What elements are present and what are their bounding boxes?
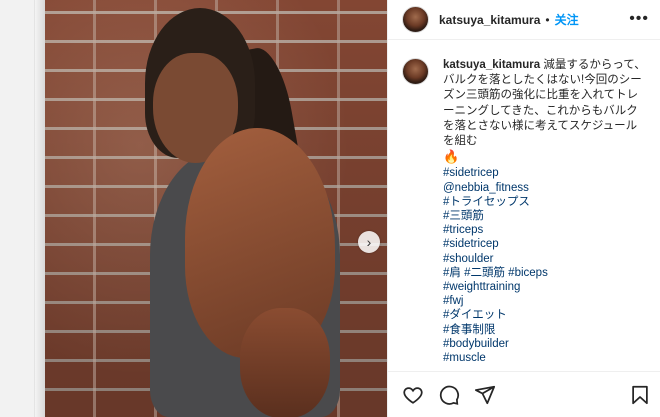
hashtag[interactable]: #肩 #二頭筋 #biceps <box>443 266 647 280</box>
carousel-next-button[interactable]: › <box>358 231 380 253</box>
caption-username[interactable]: katsuya_kitamura <box>443 59 540 71</box>
follow-button[interactable]: 关注 <box>555 11 579 28</box>
comment-icon[interactable] <box>438 384 460 406</box>
caption: katsuya_kitamura 減量するからって、バルクを落としたくはない!今… <box>443 58 647 365</box>
post-header: katsuya_kitamura • 关注 ••• <box>388 0 660 40</box>
caption-area: katsuya_kitamura 減量するからって、バルクを落としたくはない!今… <box>388 40 660 370</box>
hashtag[interactable]: #sidetricep <box>443 237 647 251</box>
page-margin <box>0 0 35 417</box>
hashtag[interactable]: #triceps <box>443 223 647 237</box>
caption-avatar[interactable] <box>402 58 429 85</box>
hashtag[interactable]: #トライセップス <box>443 195 647 209</box>
hashtag[interactable]: #bodybuilder <box>443 337 647 351</box>
fire-icon: 🔥 <box>443 149 460 165</box>
post-username[interactable]: katsuya_kitamura <box>439 13 540 27</box>
post-sidebar: katsuya_kitamura • 关注 ••• katsuya_kitamu… <box>387 0 660 417</box>
bookmark-icon[interactable] <box>629 384 651 406</box>
hashtag[interactable]: #muscle <box>443 351 647 365</box>
separator-dot: • <box>545 12 550 27</box>
share-icon[interactable] <box>474 384 496 406</box>
post-image[interactable] <box>35 0 387 417</box>
hashtag[interactable]: #fwj <box>443 294 647 308</box>
action-bar <box>388 371 660 417</box>
heart-icon[interactable] <box>402 384 424 406</box>
hashtag[interactable]: #shoulder <box>443 252 647 266</box>
caption-body: katsuya_kitamura 減量するからって、バルクを落としたくはない!今… <box>443 58 647 149</box>
hashtag[interactable]: #sidetricep <box>443 166 647 180</box>
avatar[interactable] <box>402 6 429 33</box>
hashtag[interactable]: #weighttraining <box>443 280 647 294</box>
chevron-right-icon: › <box>366 234 372 250</box>
bodybuilder-photo <box>105 8 355 417</box>
caption-text: 減量するからって、バルクを落としたくはない!今回のシーズン三頭筋の強化に比重を入… <box>443 59 646 148</box>
more-options-icon[interactable]: ••• <box>629 10 649 28</box>
mention[interactable]: @nebbia_fitness <box>443 181 647 195</box>
door-frame <box>35 0 45 417</box>
hashtag[interactable]: #三頭筋 <box>443 209 647 223</box>
hashtag[interactable]: #食事制限 <box>443 323 647 337</box>
hashtag[interactable]: #ダイエット <box>443 308 647 322</box>
